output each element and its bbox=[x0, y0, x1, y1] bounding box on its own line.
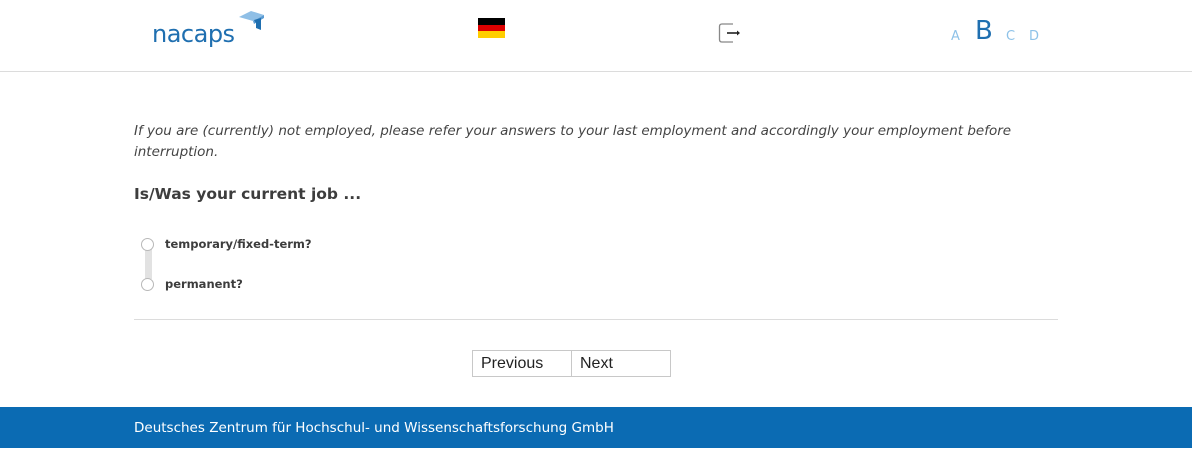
radio-button[interactable] bbox=[141, 277, 154, 291]
previous-button[interactable]: Previous bbox=[472, 350, 572, 377]
font-size-option-c[interactable]: C bbox=[1006, 29, 1015, 44]
question-title: Is/Was your current job ... bbox=[134, 185, 362, 203]
option-label: temporary/fixed-term? bbox=[165, 237, 312, 251]
font-size-option-a[interactable]: A bbox=[951, 29, 960, 44]
nacaps-logo[interactable]: nacaps bbox=[152, 11, 267, 50]
font-size-option-b[interactable]: B bbox=[975, 16, 993, 46]
navigation-buttons: Previous Next bbox=[472, 350, 671, 377]
german-flag-icon[interactable] bbox=[478, 18, 505, 38]
next-button[interactable]: Next bbox=[572, 350, 671, 377]
option-label: permanent? bbox=[165, 277, 243, 291]
font-size-option-d[interactable]: D bbox=[1029, 29, 1039, 44]
logout-icon[interactable] bbox=[718, 22, 740, 44]
answer-options: temporary/fixed-term? permanent? bbox=[134, 235, 1058, 295]
instruction-text: If you are (currently) not employed, ple… bbox=[134, 123, 1012, 160]
header: nacaps A B C D bbox=[0, 0, 1192, 72]
graduation-cap-icon bbox=[239, 11, 264, 30]
logo-text: nacaps bbox=[152, 20, 235, 48]
question-panel: If you are (currently) not employed, ple… bbox=[134, 121, 1058, 295]
option-temporary[interactable]: temporary/fixed-term? bbox=[141, 235, 312, 253]
footer: Deutsches Zentrum für Hochschul- und Wis… bbox=[0, 407, 1192, 448]
divider bbox=[134, 319, 1058, 320]
radio-button[interactable] bbox=[141, 237, 154, 251]
footer-text: Deutsches Zentrum für Hochschul- und Wis… bbox=[134, 420, 614, 436]
option-permanent[interactable]: permanent? bbox=[141, 275, 243, 293]
